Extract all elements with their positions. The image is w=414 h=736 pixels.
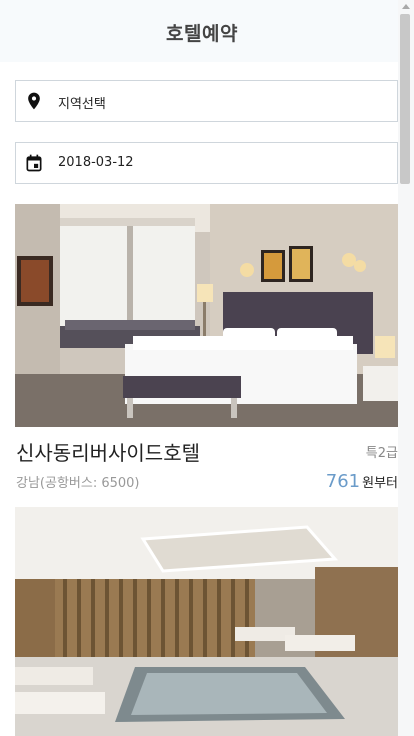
date-value: 2018-03-12 xyxy=(58,155,134,170)
price-value: 761 xyxy=(325,471,361,492)
scrollbar-thumb[interactable] xyxy=(400,14,410,184)
calendar-icon xyxy=(26,154,42,172)
scroll-up-arrow-icon[interactable] xyxy=(402,4,410,9)
app-header: 호텔예약 xyxy=(0,0,414,62)
hotel-price: 761 원부터 xyxy=(326,471,398,492)
location-label: 지역선택 xyxy=(58,97,106,112)
hotel-photo[interactable] xyxy=(15,507,398,736)
hotel-name[interactable]: 신사동리버사이드호텔 xyxy=(16,437,200,466)
page-title: 호텔예약 xyxy=(166,23,238,45)
price-suffix: 원부터 xyxy=(362,476,398,491)
hotel-location: 강남(공항버스: 6500) xyxy=(16,476,140,491)
hotel-photo[interactable] xyxy=(15,204,398,427)
location-select[interactable]: 지역선택 xyxy=(15,80,398,122)
map-pin-icon xyxy=(28,92,40,110)
hotel-grade-badge: 특2급 xyxy=(365,446,398,461)
date-field[interactable]: 2018-03-12 xyxy=(15,142,398,184)
